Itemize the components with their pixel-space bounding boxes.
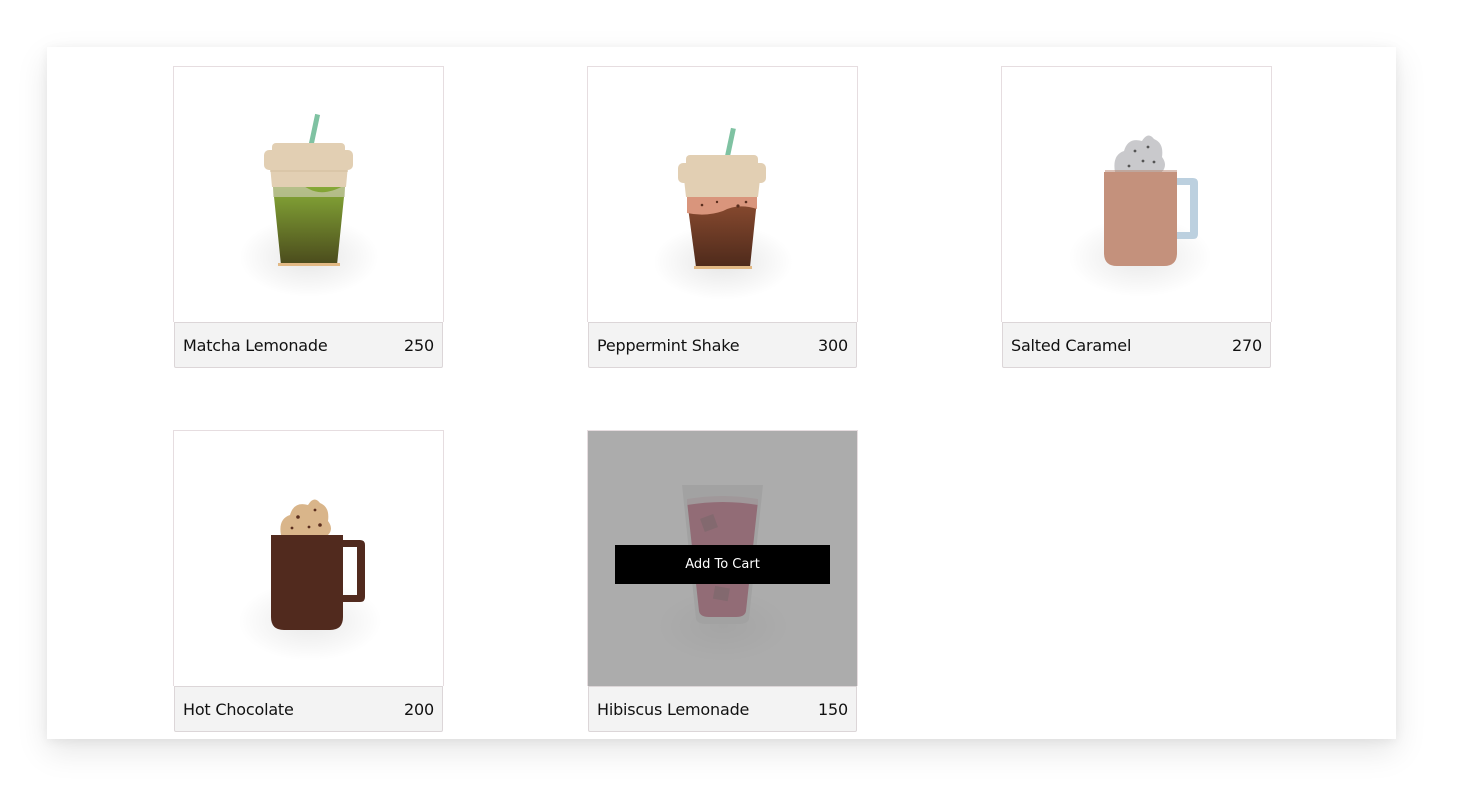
product-price: 150	[818, 699, 848, 719]
hot-chocolate-mug-icon	[238, 499, 382, 661]
product-card-hibiscus-lemonade[interactable]: Add To Cart Hibiscus Lemonade 150	[587, 430, 858, 732]
product-name: Peppermint Shake	[597, 335, 740, 355]
product-image[interactable]	[587, 66, 858, 322]
product-name: Salted Caramel	[1011, 335, 1132, 355]
product-footer: Peppermint Shake 300	[588, 322, 857, 368]
product-price: 300	[818, 335, 848, 355]
matcha-lemonade-cup-icon	[239, 113, 379, 297]
product-footer: Matcha Lemonade 250	[174, 322, 443, 368]
product-image[interactable]	[1001, 66, 1272, 322]
product-image[interactable]	[173, 430, 444, 686]
add-to-cart-button[interactable]: Add To Cart	[615, 545, 830, 584]
product-card-matcha-lemonade[interactable]: Matcha Lemonade 250	[173, 66, 444, 368]
product-card-salted-caramel[interactable]: Salted Caramel 270	[1001, 66, 1272, 368]
product-image[interactable]	[173, 66, 444, 322]
product-price: 200	[404, 699, 434, 719]
product-card-hot-chocolate[interactable]: Hot Chocolate 200	[173, 430, 444, 732]
product-footer: Salted Caramel 270	[1002, 322, 1271, 368]
product-price: 250	[404, 335, 434, 355]
salted-caramel-mug-icon	[1068, 135, 1212, 297]
product-name: Hot Chocolate	[183, 699, 294, 719]
product-price: 270	[1232, 335, 1262, 355]
product-name: Hibiscus Lemonade	[597, 699, 750, 719]
product-footer: Hot Chocolate 200	[174, 686, 443, 732]
product-image[interactable]: Add To Cart	[587, 430, 858, 686]
peppermint-shake-cup-icon	[653, 127, 793, 300]
product-footer: Hibiscus Lemonade 150	[588, 686, 857, 732]
product-card-peppermint-shake[interactable]: Peppermint Shake 300	[587, 66, 858, 368]
product-name: Matcha Lemonade	[183, 335, 328, 355]
product-grid-container: Matcha Lemonade 250 Peppermint Shake 300…	[47, 47, 1396, 739]
